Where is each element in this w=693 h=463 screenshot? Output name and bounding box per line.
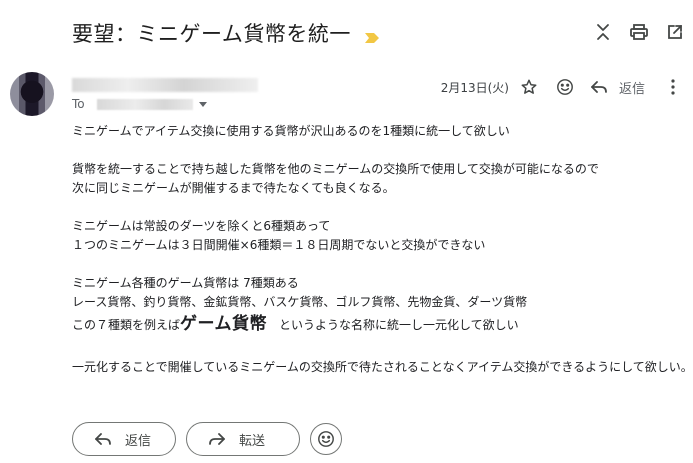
recipient-redacted xyxy=(96,98,193,110)
forward-button[interactable]: 転送 xyxy=(186,422,300,456)
importance-marker-icon[interactable] xyxy=(364,28,379,43)
body-gap xyxy=(72,337,687,358)
sender-name-redacted xyxy=(72,78,258,92)
body-line: ミニゲーム各種のゲーム貨幣は 7種類ある xyxy=(72,276,299,290)
reply-icon xyxy=(591,81,607,93)
body-line: 次に同じミニゲームが開催するまで待たなくても良くなる。 xyxy=(72,181,395,195)
body-line: 一元化することで開催しているミニゲームの交換所で待たされることなくアイテム交換が… xyxy=(72,360,693,374)
reply-button-label: 返信 xyxy=(125,433,152,449)
emphasis-before: この７種類を例えば xyxy=(72,318,181,332)
body-gap xyxy=(72,198,687,217)
more-vertical-icon[interactable] xyxy=(663,75,683,99)
emoji-icon xyxy=(318,431,334,447)
print-icon[interactable] xyxy=(629,20,649,44)
message-date: 2月13日(火) xyxy=(440,80,509,95)
forward-icon xyxy=(209,433,225,445)
recipient-line[interactable]: To xyxy=(72,96,207,112)
body-gap xyxy=(72,255,687,274)
emoji-reaction-icon[interactable] xyxy=(555,75,575,99)
chevron-down-icon[interactable] xyxy=(198,101,207,107)
body-line: レース貨幣、釣り貨幣、金鉱貨幣、バスケ貨幣、ゴルフ貨幣、先物金貨、ダーツ貨幣 xyxy=(72,295,528,309)
body-gap xyxy=(72,141,687,160)
forward-button-label: 転送 xyxy=(239,433,266,449)
email-subject: 要望：ミニゲーム貨幣を統一 xyxy=(72,22,351,46)
message-body: ミニゲームでアイテム交換に使用する貨幣が沢山あるのを1種類に統一して欲しい 貨幣… xyxy=(72,122,693,377)
emphasis-text: ゲーム貨幣 xyxy=(180,314,268,334)
avatar[interactable] xyxy=(10,72,54,116)
thread-toolbar xyxy=(593,20,685,44)
collapse-all-icon[interactable] xyxy=(593,20,613,44)
email-header: 要望：ミニゲーム貨幣を統一 xyxy=(72,18,379,48)
body-line: 貨幣を統一することで持ち越した貨幣を他のミニゲームの交換所で使用して交換が可能に… xyxy=(72,162,599,176)
reply-button-inline[interactable]: 返信 xyxy=(591,78,645,97)
emoji-reaction-button[interactable] xyxy=(310,423,342,455)
body-line: ミニゲームは常設のダーツを除くと6種類あって xyxy=(72,219,331,233)
reply-label: 返信 xyxy=(618,81,645,97)
message-actions: 返信 転送 xyxy=(72,422,342,456)
body-line-emphasis: この７種類を例えばゲーム貨幣 というような名称に統一し一元化して欲しい xyxy=(72,312,687,337)
body-line: １つのミニゲームは３日間開催×6種類＝１８日周期でないと交換ができない xyxy=(72,238,486,252)
body-line: ミニゲームでアイテム交換に使用する貨幣が沢山あるのを1種類に統一して欲しい xyxy=(72,124,510,138)
to-label: To xyxy=(72,97,85,111)
reply-button[interactable]: 返信 xyxy=(72,422,176,456)
reply-icon xyxy=(95,433,111,445)
star-icon[interactable] xyxy=(519,75,539,99)
emphasis-after: というような名称に統一し一元化して欲しい xyxy=(267,318,519,332)
open-in-new-window-icon[interactable] xyxy=(665,20,685,44)
message-meta: 2月13日(火) 返信 xyxy=(441,76,683,98)
